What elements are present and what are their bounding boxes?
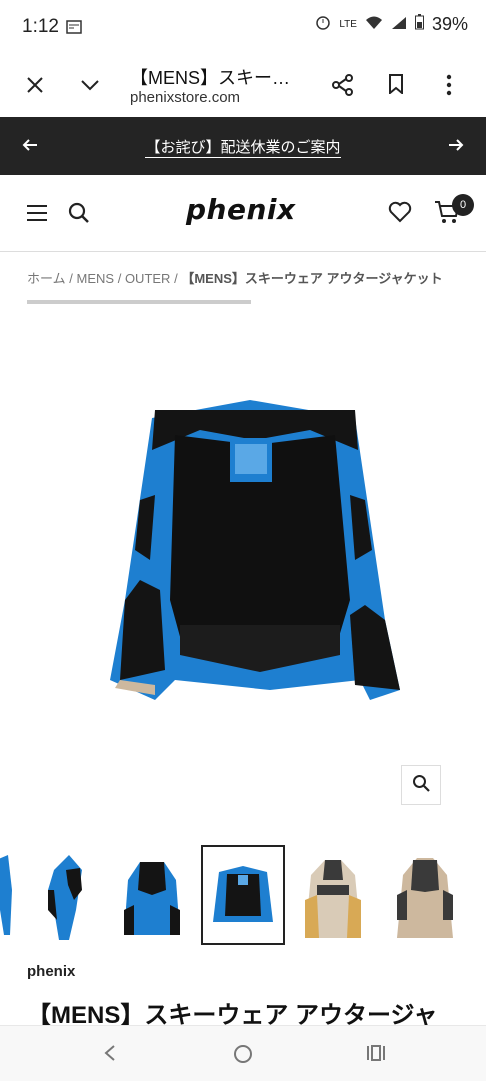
signal-icon [391,14,407,35]
site-logo[interactable]: phenix [186,193,296,226]
banner-text[interactable]: 【お詫び】配送休業のご案内 [0,136,486,158]
breadcrumb: ホーム / MENS / OUTER / 【MENS】スキーウェア アウタージャ… [27,268,443,287]
menu-icon[interactable] [26,204,48,227]
breadcrumb-scrollbar[interactable] [27,300,251,304]
wifi-icon [365,14,383,35]
bookmark-icon[interactable] [388,74,404,99]
close-icon[interactable] [26,76,44,99]
product-main-image[interactable] [100,390,410,710]
site-header: phenix [0,175,486,252]
battery-icon [414,14,424,35]
thumbnail[interactable] [110,845,194,945]
home-nav-icon[interactable] [233,1044,253,1069]
zoom-icon [412,774,430,797]
more-icon[interactable] [446,74,452,101]
recents-nav-icon[interactable] [366,1044,386,1067]
notice-banner[interactable]: 【お詫び】配送休業のご案内 [0,117,486,175]
thumbnail[interactable] [383,845,467,945]
battery-percent: 39% [431,14,468,34]
thumbnail[interactable] [24,845,108,945]
browser-toolbar: 【MENS】スキー… phenixstore.com [0,56,486,116]
system-nav-bar [0,1025,486,1081]
breadcrumb-sep: / [174,271,178,286]
breadcrumb-sep: / [117,271,122,286]
news-icon [66,20,82,39]
arrow-right-icon[interactable] [448,138,464,157]
thumbnail-strip [0,845,486,945]
breadcrumb-outer[interactable]: OUTER [125,271,171,286]
heart-icon[interactable] [388,201,412,228]
breadcrumb-current: 【MENS】スキーウェア アウタージャケット [181,271,443,286]
search-icon[interactable] [68,202,90,229]
browser-page-title[interactable]: 【MENS】スキー… [130,64,290,90]
chevron-down-icon[interactable] [80,78,100,96]
browser-url[interactable]: phenixstore.com [130,89,240,106]
product-brand[interactable]: phenix [27,963,75,980]
back-nav-icon[interactable] [103,1044,117,1067]
breadcrumb-mens[interactable]: MENS [77,271,115,286]
status-bar: 1:12 LTE 39% [0,0,486,56]
status-time: 1:12 [22,16,59,37]
alarm-icon [315,14,331,35]
thumbnail-selected[interactable] [201,845,285,945]
network-type: LTE [339,18,357,30]
cart-count-badge: 0 [452,194,474,216]
share-icon[interactable] [332,74,354,101]
breadcrumb-home[interactable]: ホーム [27,271,66,286]
thumbnail[interactable] [291,845,375,945]
zoom-button[interactable] [401,765,441,805]
breadcrumb-sep: / [69,271,73,286]
